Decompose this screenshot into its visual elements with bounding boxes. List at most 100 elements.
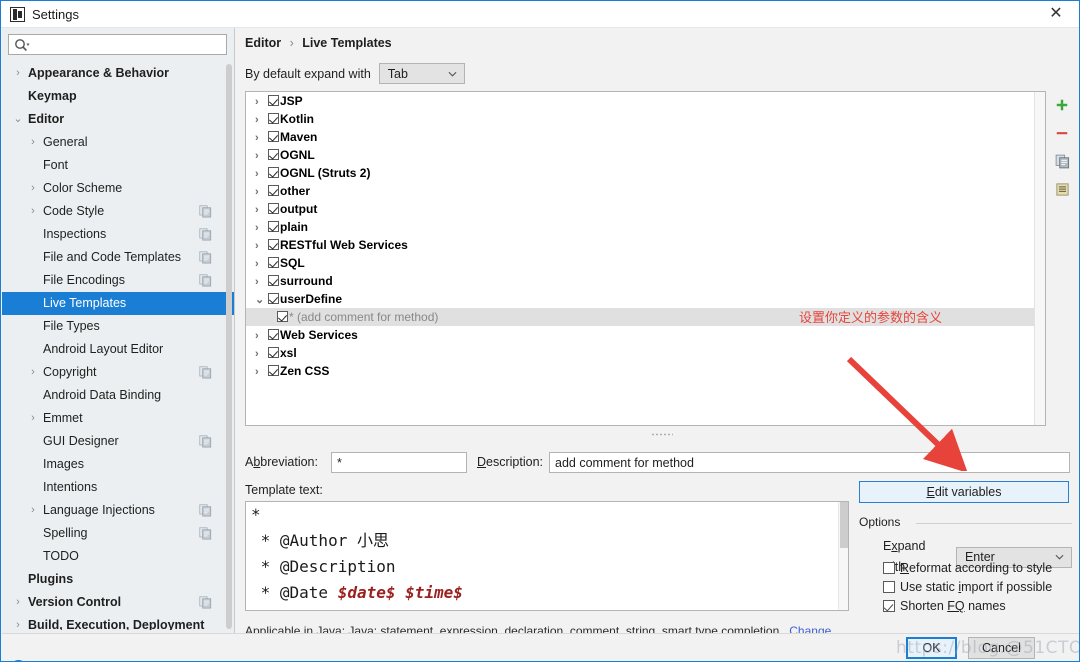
duplicate-icon[interactable] — [1048, 147, 1076, 175]
template-group-row[interactable]: › Kotlin — [246, 110, 1045, 128]
chevron-right-icon[interactable]: › — [255, 111, 268, 129]
chevron-right-icon[interactable]: › — [27, 177, 39, 200]
chevron-right-icon[interactable]: › — [255, 273, 268, 291]
live-templates-list[interactable]: › JSP › Kotlin › Maven › OGNL › OGNL (Struts 2) › o… — [245, 91, 1046, 426]
sidebar-scrollbar-thumb[interactable] — [226, 64, 232, 629]
chevron-right-icon[interactable]: › — [255, 183, 268, 201]
search-input[interactable] — [8, 34, 227, 55]
option-checkbox-row[interactable]: Use static import if possible — [883, 578, 1052, 597]
template-checkbox[interactable] — [268, 221, 279, 232]
template-group-row[interactable]: › plain — [246, 218, 1045, 236]
chevron-right-icon[interactable]: › — [27, 407, 39, 430]
template-group-row[interactable]: ⌄ userDefine — [246, 290, 1045, 308]
template-checkbox[interactable] — [268, 149, 279, 160]
search-box[interactable] — [8, 34, 227, 55]
sidebar-item-file-encodings[interactable]: File Encodings — [2, 269, 234, 292]
chevron-right-icon[interactable]: › — [255, 237, 268, 255]
template-checkbox[interactable] — [268, 239, 279, 250]
chevron-right-icon[interactable]: › — [255, 165, 268, 183]
template-text-editor[interactable]: * * @Author 小思 * @Description * @Date $d… — [245, 501, 849, 611]
panel-splitter[interactable] — [245, 430, 1078, 438]
option-checkbox-row[interactable]: Shorten FQ names — [883, 597, 1006, 616]
cancel-button[interactable]: Cancel — [968, 637, 1035, 659]
template-checkbox[interactable] — [268, 257, 279, 268]
template-group-row[interactable]: › Maven — [246, 128, 1045, 146]
sidebar-item-inspections[interactable]: Inspections — [2, 223, 234, 246]
sidebar-item-gui-designer[interactable]: GUI Designer — [2, 430, 234, 453]
option-checkbox[interactable] — [883, 600, 895, 612]
sidebar-item-spelling[interactable]: Spelling — [2, 522, 234, 545]
template-group-row[interactable]: › SQL — [246, 254, 1045, 272]
template-group-row[interactable]: › output — [246, 200, 1045, 218]
template-checkbox[interactable] — [268, 347, 279, 358]
template-checkbox[interactable] — [268, 203, 279, 214]
remove-icon[interactable] — [1048, 119, 1076, 147]
template-group-icon[interactable] — [1048, 175, 1076, 203]
chevron-right-icon[interactable]: › — [255, 147, 268, 165]
template-checkbox[interactable] — [268, 113, 279, 124]
chevron-right-icon[interactable]: › — [255, 201, 268, 219]
close-icon[interactable]: ✕ — [1033, 1, 1079, 27]
sidebar-item-android-data-binding[interactable]: Android Data Binding — [2, 384, 234, 407]
template-group-row[interactable]: › OGNL — [246, 146, 1045, 164]
sidebar-item-color-scheme[interactable]: › Color Scheme — [2, 177, 234, 200]
sidebar-item-file-and-code-templates[interactable]: File and Code Templates — [2, 246, 234, 269]
template-checkbox[interactable] — [268, 185, 279, 196]
template-group-row[interactable]: › JSP — [246, 92, 1045, 110]
sidebar-item-version-control[interactable]: › Version Control — [2, 591, 234, 614]
chevron-right-icon[interactable]: › — [12, 591, 24, 614]
template-group-row[interactable]: › RESTful Web Services — [246, 236, 1045, 254]
template-checkbox[interactable] — [268, 275, 279, 286]
chevron-right-icon[interactable]: › — [27, 131, 39, 154]
default-expand-select[interactable]: Tab — [378, 63, 465, 84]
template-checkbox[interactable] — [268, 365, 279, 376]
template-group-row[interactable]: › xsl — [246, 344, 1045, 362]
chevron-right-icon[interactable]: › — [255, 129, 268, 147]
chevron-right-icon[interactable]: › — [255, 345, 268, 363]
chevron-right-icon[interactable]: › — [255, 363, 268, 381]
add-icon[interactable] — [1048, 91, 1076, 119]
template-group-row[interactable]: › Zen CSS — [246, 362, 1045, 380]
sidebar-item-general[interactable]: › General — [2, 131, 234, 154]
sidebar-item-intentions[interactable]: Intentions — [2, 476, 234, 499]
chevron-right-icon[interactable]: › — [255, 219, 268, 237]
description-input[interactable] — [549, 452, 1070, 473]
chevron-right-icon[interactable]: › — [12, 614, 24, 630]
template-group-row[interactable]: › other — [246, 182, 1045, 200]
template-checkbox[interactable] — [268, 167, 279, 178]
chevron-right-icon[interactable]: › — [255, 255, 268, 273]
sidebar-item-appearance-behavior[interactable]: › Appearance & Behavior — [2, 62, 234, 85]
sidebar-item-code-style[interactable]: › Code Style — [2, 200, 234, 223]
option-checkbox-row[interactable]: Reformat according to style — [883, 559, 1052, 578]
template-text-scrollbar[interactable] — [838, 502, 848, 610]
option-checkbox[interactable] — [883, 562, 895, 574]
sidebar-item-copyright[interactable]: › Copyright — [2, 361, 234, 384]
chevron-right-icon[interactable]: › — [255, 327, 268, 345]
sidebar-item-editor[interactable]: ⌄ Editor — [2, 108, 234, 131]
template-checkbox[interactable] — [277, 311, 288, 322]
template-checkbox[interactable] — [268, 131, 279, 142]
edit-variables-button[interactable]: Edit variables — [859, 481, 1069, 503]
template-checkbox[interactable] — [268, 293, 279, 304]
sidebar-item-live-templates[interactable]: Live Templates — [2, 292, 234, 315]
sidebar-item-images[interactable]: Images — [2, 453, 234, 476]
abbreviation-input[interactable] — [331, 452, 467, 473]
sidebar-scrollbar[interactable] — [226, 64, 232, 630]
breadcrumb-parent[interactable]: Editor — [245, 36, 281, 50]
template-checkbox[interactable] — [268, 95, 279, 106]
sidebar-item-android-layout-editor[interactable]: Android Layout Editor — [2, 338, 234, 361]
sidebar-item-build-execution-deployment[interactable]: › Build, Execution, Deployment — [2, 614, 234, 630]
chevron-down-icon[interactable]: ⌄ — [12, 108, 24, 131]
chevron-right-icon[interactable]: › — [27, 200, 39, 223]
sidebar-item-language-injections[interactable]: › Language Injections — [2, 499, 234, 522]
ok-button[interactable]: OK — [906, 637, 957, 659]
sidebar-item-font[interactable]: Font — [2, 154, 234, 177]
template-text-scrollbar-thumb[interactable] — [840, 502, 848, 548]
sidebar-item-plugins[interactable]: Plugins — [2, 568, 234, 591]
template-group-row[interactable]: › surround — [246, 272, 1045, 290]
chevron-right-icon[interactable]: › — [27, 361, 39, 384]
chevron-right-icon[interactable]: › — [12, 62, 24, 85]
chevron-down-icon[interactable]: ⌄ — [255, 291, 268, 309]
sidebar-item-emmet[interactable]: › Emmet — [2, 407, 234, 430]
chevron-right-icon[interactable]: › — [27, 499, 39, 522]
